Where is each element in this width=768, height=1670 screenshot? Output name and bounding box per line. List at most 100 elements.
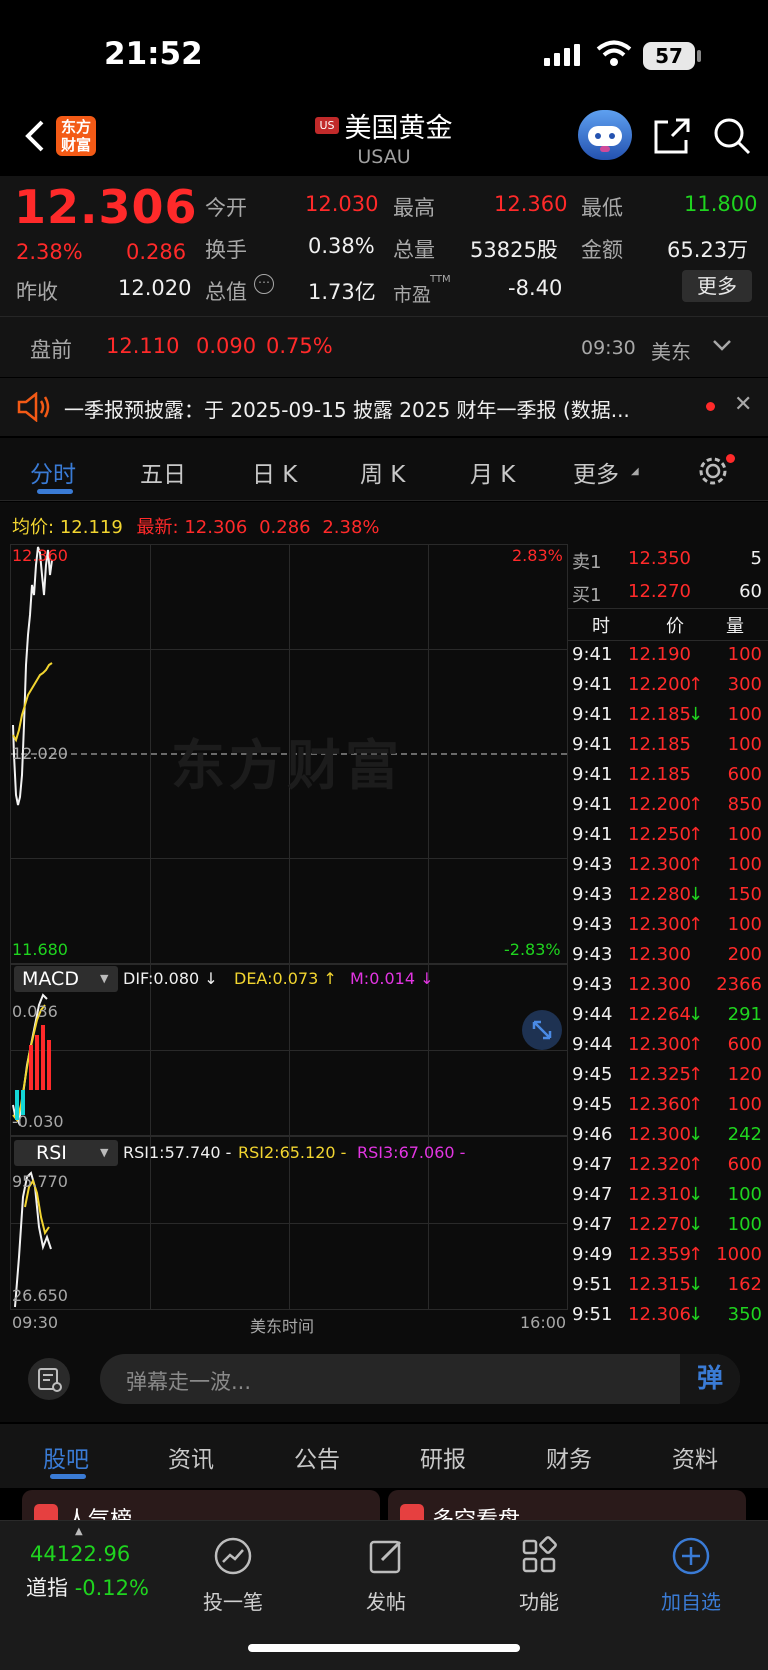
assistant-robot-icon[interactable]: [578, 110, 632, 160]
unread-dot: [706, 402, 715, 411]
price-chart[interactable]: 东方财富: [10, 544, 568, 964]
danmu-placeholder: 弹幕走一波...: [126, 1370, 252, 1394]
pct-axis-top: 2.83%: [512, 546, 563, 565]
trade-time: 9:43: [572, 944, 613, 965]
rsi1-value: RSI1:57.740 -: [123, 1143, 232, 1162]
gear-icon: [699, 457, 727, 485]
macd-selector[interactable]: MACD ▼: [14, 966, 118, 992]
expand-chart-button[interactable]: [522, 1010, 562, 1050]
trade-time: 9:49: [572, 1244, 613, 1265]
trade-price: 12.250: [628, 824, 691, 845]
tab-forum[interactable]: 股吧: [43, 1440, 89, 1474]
nav-invest[interactable]: 投一笔: [178, 1536, 288, 1615]
index-value: 44122.96: [30, 1542, 131, 1566]
trade-row: 9:43 12.300 ↑ 100: [568, 914, 768, 944]
nav-post[interactable]: 发帖: [331, 1536, 441, 1615]
more-info-icon[interactable]: ⋯: [254, 274, 274, 294]
danmu-send-button[interactable]: 弹: [680, 1354, 740, 1404]
trade-qty: 100: [727, 1094, 762, 1115]
nav-add-watchlist[interactable]: 加自选: [636, 1536, 746, 1615]
trade-price: 12.300: [628, 1124, 691, 1145]
trade-direction-icon: ↑: [688, 854, 704, 875]
share-button[interactable]: [652, 116, 692, 156]
macd-selector-label: MACD: [22, 968, 79, 990]
pct-axis-bottom: -2.83%: [504, 940, 561, 959]
high-value: 12.360: [494, 192, 568, 216]
danmu-input[interactable]: 弹幕走一波... 弹: [100, 1354, 740, 1404]
macd-dea: DEA:0.073 ↑: [234, 969, 337, 988]
trade-row: 9:44 12.300 ↑ 600: [568, 1034, 768, 1064]
trade-direction-icon: ↓: [688, 1124, 704, 1145]
tab-more-caret-icon: ◢: [631, 466, 639, 477]
danmu-settings-button[interactable]: [28, 1358, 70, 1400]
trade-time: 9:51: [572, 1274, 613, 1295]
close-icon[interactable]: ✕: [734, 392, 752, 417]
chart-settings-button[interactable]: [698, 456, 728, 490]
trade-row: 9:44 12.264 ↓ 291: [568, 1004, 768, 1034]
announcement-text[interactable]: 一季报预披露：于 2025-09-15 披露 2025 财年一季报 (数据...: [64, 394, 684, 423]
tab-weekly-k[interactable]: 周 K: [360, 455, 405, 489]
tab-intraday[interactable]: 分时: [30, 455, 76, 489]
tab-financials[interactable]: 财务: [546, 1440, 592, 1474]
trade-qty: 850: [727, 794, 762, 815]
change-amount: 0.286: [126, 240, 187, 264]
volume-label: 总量: [393, 238, 435, 262]
trade-time: 9:41: [572, 704, 613, 725]
trend-chart-icon: [214, 1537, 252, 1575]
col-time: 时: [592, 616, 610, 637]
trade-price: 12.310: [628, 1184, 691, 1205]
tab-five-day[interactable]: 五日: [140, 455, 186, 489]
latest-percent: 2.38%: [322, 517, 380, 538]
index-ticker[interactable]: 44122.96 道指 -0.12%: [26, 1542, 166, 1602]
trade-qty: 300: [727, 674, 762, 695]
turnover-value: 0.38%: [308, 234, 375, 258]
trade-price: 12.185: [628, 734, 691, 755]
rsi-selector[interactable]: RSI ▼: [14, 1140, 118, 1166]
more-quote-button[interactable]: 更多: [682, 270, 752, 302]
trade-direction-icon: ↑: [688, 1154, 704, 1175]
tab-monthly-k[interactable]: 月 K: [470, 455, 515, 489]
trade-qty: 100: [727, 734, 762, 755]
trade-price: 12.300: [628, 944, 691, 965]
macd-m: M:0.014 ↓: [350, 969, 434, 988]
open-value: 12.030: [305, 192, 379, 216]
chevron-down-icon[interactable]: [712, 338, 732, 357]
trade-direction-icon: ↑: [688, 914, 704, 935]
trade-row: 9:51 12.306 ↓ 350: [568, 1304, 768, 1334]
wifi-icon: [596, 40, 632, 68]
pe-value: -8.40: [508, 276, 563, 300]
trade-row: 9:51 12.315 ↓ 162: [568, 1274, 768, 1304]
trade-price: 12.200: [628, 674, 691, 695]
watermark: 东方财富: [171, 734, 403, 797]
macd-axis-bottom: -0.030: [12, 1112, 64, 1131]
trade-qty: 162: [727, 1274, 762, 1295]
tab-daily-k[interactable]: 日 K: [252, 455, 297, 489]
buy1-qty: 60: [739, 581, 762, 602]
trade-time: 9:41: [572, 794, 613, 815]
tab-news[interactable]: 资讯: [168, 1440, 214, 1474]
trade-qty: 100: [727, 644, 762, 665]
tab-research[interactable]: 研报: [420, 1440, 466, 1474]
trade-time: 9:47: [572, 1184, 613, 1205]
rsi-axis-top: 95.770: [12, 1172, 68, 1191]
nav-functions[interactable]: 功能: [484, 1536, 594, 1615]
trade-row: 9:43 12.300 2366: [568, 974, 768, 1004]
trade-price: 12.200: [628, 794, 691, 815]
trade-time: 9:46: [572, 1124, 613, 1145]
trade-time: 9:44: [572, 1034, 613, 1055]
premarket-change: 0.090: [196, 334, 257, 358]
trade-price: 12.360: [628, 1094, 691, 1115]
trade-row: 9:41 12.190 100: [568, 644, 768, 674]
trade-qty: 2366: [716, 974, 762, 995]
tab-profile[interactable]: 资料: [672, 1440, 718, 1474]
tab-announcements[interactable]: 公告: [294, 1440, 340, 1474]
caret-down-icon: ▼: [100, 972, 109, 985]
nav-post-label: 发帖: [366, 1590, 406, 1614]
trade-price: 12.185: [628, 704, 691, 725]
index-change: -0.12%: [74, 1576, 149, 1600]
tab-more[interactable]: 更多: [573, 455, 619, 489]
trade-price: 12.300: [628, 914, 691, 935]
trade-row: 9:47 12.320 ↑ 600: [568, 1154, 768, 1184]
search-button[interactable]: [712, 116, 752, 156]
trade-row: 9:47 12.310 ↓ 100: [568, 1184, 768, 1214]
